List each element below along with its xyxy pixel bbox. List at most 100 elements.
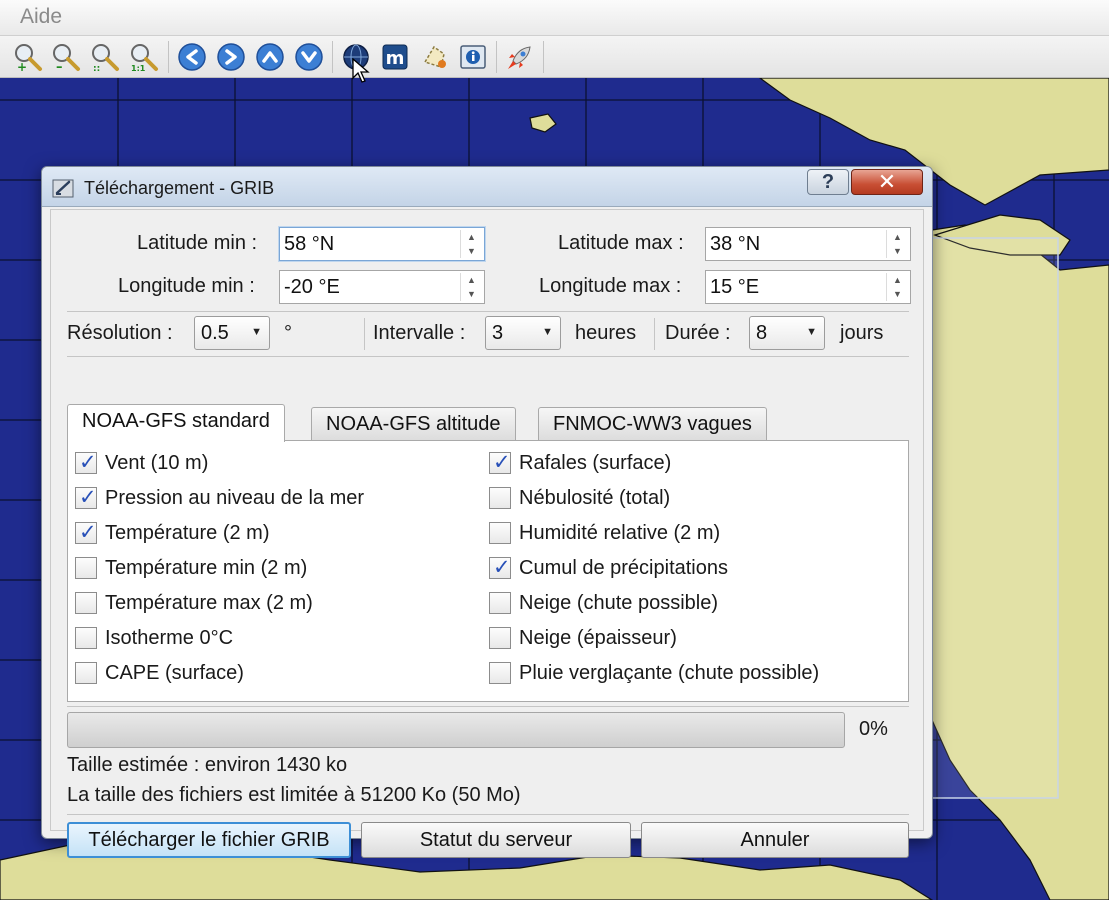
arrow-down-icon[interactable] (293, 41, 325, 73)
arrow-right-icon[interactable] (215, 41, 247, 73)
longitude-max-value[interactable]: 15 °E (710, 276, 759, 299)
option-label: CAPE (surface) (105, 661, 244, 684)
option-label: Pression au niveau de la mer (105, 486, 365, 509)
option-temperature[interactable]: ✓ Température (2 m) (75, 520, 270, 546)
option-cape[interactable]: CAPE (surface) (75, 660, 244, 686)
checkmark-icon: ✓ (79, 521, 97, 544)
divider (67, 706, 909, 707)
checkbox[interactable] (489, 662, 511, 684)
svg-text:1:1: 1:1 (131, 64, 146, 72)
chevron-down-icon: ▼ (542, 326, 553, 338)
zoom-one-to-one-icon[interactable]: 1:1 (128, 41, 160, 73)
latitude-max-value[interactable]: 38 °N (710, 233, 760, 256)
download-progress-bar (67, 712, 845, 748)
arrow-up-icon[interactable] (254, 41, 286, 73)
tab-fnmoc-ww3-vagues[interactable]: FNMOC-WW3 vagues (538, 407, 767, 441)
option-temperature-max[interactable]: Température max (2 m) (75, 590, 313, 616)
option-nebulosite[interactable]: Nébulosité (total) (489, 485, 670, 511)
option-neige-epaisseur[interactable]: Neige (épaisseur) (489, 625, 677, 651)
arrow-left-icon[interactable] (176, 41, 208, 73)
option-humidite[interactable]: Humidité relative (2 m) (489, 520, 720, 546)
checkbox[interactable]: ✓ (489, 451, 511, 474)
resolution-select[interactable]: 0.5 ▼ (194, 316, 270, 350)
option-rafales[interactable]: ✓ Rafales (surface) (489, 450, 671, 476)
option-label: Pluie verglaçante (chute possible) (519, 661, 820, 684)
latitude-max-spinbox[interactable]: 38 °N ▲ ▼ (705, 227, 911, 261)
tab-noaa-gfs-altitude[interactable]: NOAA-GFS altitude (311, 407, 516, 441)
option-label: Température max (2 m) (105, 591, 313, 614)
dialog-titlebar[interactable]: Téléchargement - GRIB ? ✕ (42, 167, 932, 207)
latitude-min-spinbox[interactable]: 58 °N ▲ ▼ (279, 227, 485, 261)
longitude-min-value[interactable]: -20 °E (284, 276, 340, 299)
divider (654, 318, 655, 350)
duration-select[interactable]: 8 ▼ (749, 316, 825, 350)
checkbox[interactable]: ✓ (489, 556, 511, 579)
spin-down-icon[interactable]: ▼ (461, 244, 482, 258)
option-precipitations[interactable]: ✓ Cumul de précipitations (489, 555, 728, 581)
checkbox[interactable] (489, 487, 511, 509)
help-button[interactable]: ? (807, 169, 849, 195)
toolbar: + – :: 1:1 m (0, 36, 1109, 78)
close-button[interactable]: ✕ (851, 169, 923, 195)
longitude-max-label: Longitude max : (539, 275, 682, 297)
option-vent[interactable]: ✓ Vent (10 m) (75, 450, 208, 476)
cancel-button[interactable]: Annuler (641, 822, 909, 858)
download-grib-button[interactable]: Télécharger le fichier GRIB (67, 822, 351, 858)
spin-up-icon[interactable]: ▲ (887, 230, 908, 244)
longitude-min-stepper[interactable]: ▲ ▼ (460, 273, 482, 301)
info-icon[interactable] (457, 41, 489, 73)
estimated-size-text: Taille estimée : environ 1430 ko (67, 754, 348, 776)
interval-select[interactable]: 3 ▼ (485, 316, 561, 350)
selection-rectangle (929, 237, 1059, 799)
checkbox[interactable]: ✓ (75, 521, 97, 544)
zoom-out-icon[interactable]: – (50, 41, 82, 73)
checkbox[interactable]: ✓ (75, 451, 97, 474)
checkbox[interactable] (489, 522, 511, 544)
longitude-min-spinbox[interactable]: -20 °E ▲ ▼ (279, 270, 485, 304)
checkbox[interactable] (75, 627, 97, 649)
dialog-content: Latitude min : 58 °N ▲ ▼ Latitude max : 3… (50, 209, 924, 858)
latitude-max-label: Latitude max : (558, 232, 684, 254)
menu-aide[interactable]: Aide (20, 5, 62, 29)
option-label: Nébulosité (total) (519, 486, 671, 509)
checkbox[interactable] (489, 627, 511, 649)
server-status-button[interactable]: Statut du serveur (361, 822, 631, 858)
tab-noaa-gfs-standard[interactable]: NOAA-GFS standard (67, 404, 285, 442)
spin-up-icon[interactable]: ▲ (461, 273, 482, 287)
longitude-max-stepper[interactable]: ▲ ▼ (886, 273, 908, 301)
svg-text:–: – (56, 60, 63, 72)
spin-down-icon[interactable]: ▼ (461, 287, 482, 301)
divider (67, 311, 909, 312)
checkbox[interactable] (75, 662, 97, 684)
zoom-fit-icon[interactable]: :: (89, 41, 121, 73)
option-pression[interactable]: ✓ Pression au niveau de la mer (75, 485, 364, 511)
option-temperature-min[interactable]: Température min (2 m) (75, 555, 307, 581)
zoom-in-icon[interactable]: + (12, 41, 44, 73)
checkbox[interactable] (75, 557, 97, 579)
latitude-min-value[interactable]: 58 °N (284, 233, 334, 256)
option-label: Rafales (surface) (519, 451, 672, 474)
option-pluie-verglacante[interactable]: Pluie verglaçante (chute possible) (489, 660, 819, 686)
latitude-min-stepper[interactable]: ▲ ▼ (460, 230, 482, 258)
spin-down-icon[interactable]: ▼ (887, 287, 908, 301)
checkbox[interactable] (75, 592, 97, 614)
option-label: Humidité relative (2 m) (519, 521, 721, 544)
rocket-icon[interactable] (504, 41, 536, 73)
toolbar-separator (543, 41, 544, 73)
grib-download-dialog: Téléchargement - GRIB ? ✕ Latitude min :… (41, 166, 933, 858)
spin-up-icon[interactable]: ▲ (887, 273, 908, 287)
spin-down-icon[interactable]: ▼ (887, 244, 908, 258)
option-isotherme[interactable]: Isotherme 0°C (75, 625, 233, 651)
option-label: Cumul de précipitations (519, 556, 728, 579)
spin-up-icon[interactable]: ▲ (461, 230, 482, 244)
option-label: Isotherme 0°C (105, 626, 234, 649)
download-icon (52, 177, 74, 204)
option-neige-chute[interactable]: Neige (chute possible) (489, 590, 718, 616)
m-icon[interactable]: m (379, 41, 411, 73)
checkbox[interactable]: ✓ (75, 486, 97, 509)
latitude-max-stepper[interactable]: ▲ ▼ (886, 230, 908, 258)
selection-icon[interactable] (418, 41, 450, 73)
checkbox[interactable] (489, 592, 511, 614)
longitude-max-spinbox[interactable]: 15 °E ▲ ▼ (705, 270, 911, 304)
size-limit-text: La taille des fichiers est limitée à 512… (67, 784, 521, 806)
